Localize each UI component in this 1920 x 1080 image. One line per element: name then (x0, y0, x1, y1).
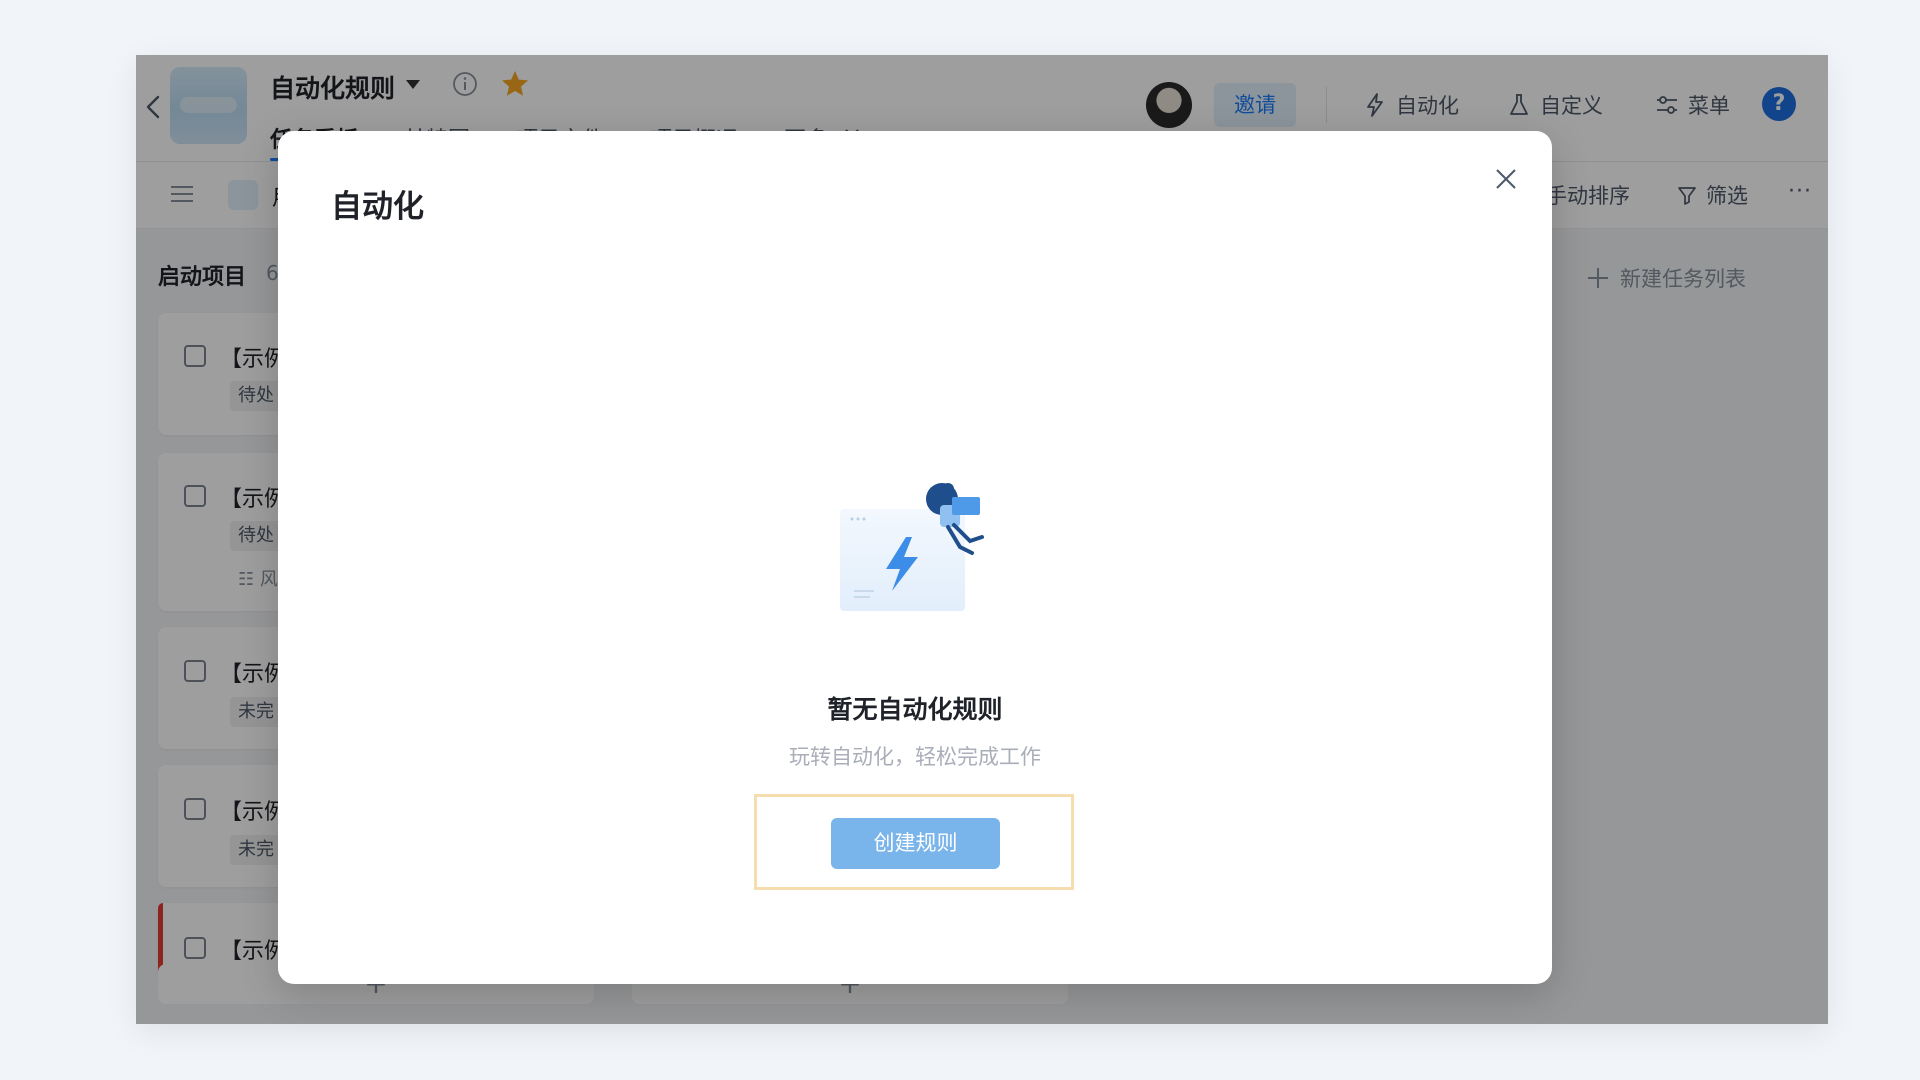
empty-state-illustration (840, 483, 984, 611)
empty-state-subtitle: 玩转自动化，轻松完成工作 (789, 745, 1041, 769)
close-icon[interactable] (1491, 164, 1521, 194)
modal-title: 自动化 (331, 189, 424, 225)
empty-state-title: 暂无自动化规则 (827, 695, 1003, 724)
automation-modal: 自动化 暂无自动化规则 玩转自动化，轻松完成工作 创建规则 (278, 131, 1552, 984)
create-rule-button[interactable]: 创建规则 (831, 818, 1000, 869)
